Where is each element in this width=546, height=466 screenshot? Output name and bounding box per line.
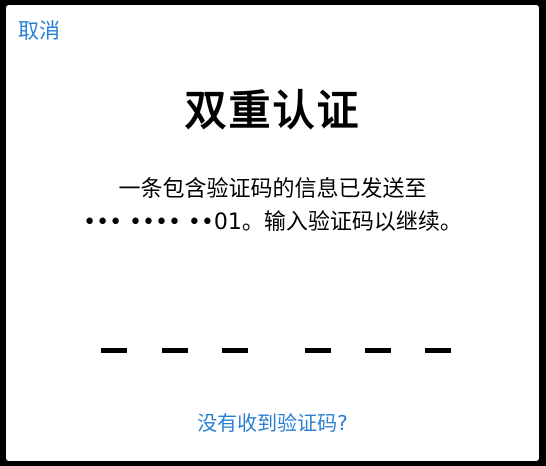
code-slot-1[interactable] xyxy=(101,348,127,353)
dialog-title: 双重认证 xyxy=(184,86,361,135)
resend-code-link[interactable]: 没有收到验证码? xyxy=(6,410,539,436)
code-slot-4[interactable] xyxy=(305,348,331,353)
code-slot-6[interactable] xyxy=(425,348,451,353)
message-line-2: ••• •••• ••01。输入验证码以继续。 xyxy=(83,210,462,235)
code-slot-5[interactable] xyxy=(365,348,391,353)
message-line-1: 一条包含验证码的信息已发送至 xyxy=(118,177,427,202)
cancel-button[interactable]: 取消 xyxy=(18,18,60,44)
two-factor-dialog: 取消 双重认证 一条包含验证码的信息已发送至 ••• •••• ••01。输入验… xyxy=(6,5,539,461)
verification-code-input[interactable] xyxy=(6,348,539,360)
code-slot-2[interactable] xyxy=(162,348,188,353)
dialog-message: 一条包含验证码的信息已发送至 ••• •••• ••01。输入验证码以继续。 xyxy=(6,173,539,239)
screen-frame: 取消 双重认证 一条包含验证码的信息已发送至 ••• •••• ••01。输入验… xyxy=(0,0,546,466)
code-slot-3[interactable] xyxy=(222,348,248,353)
